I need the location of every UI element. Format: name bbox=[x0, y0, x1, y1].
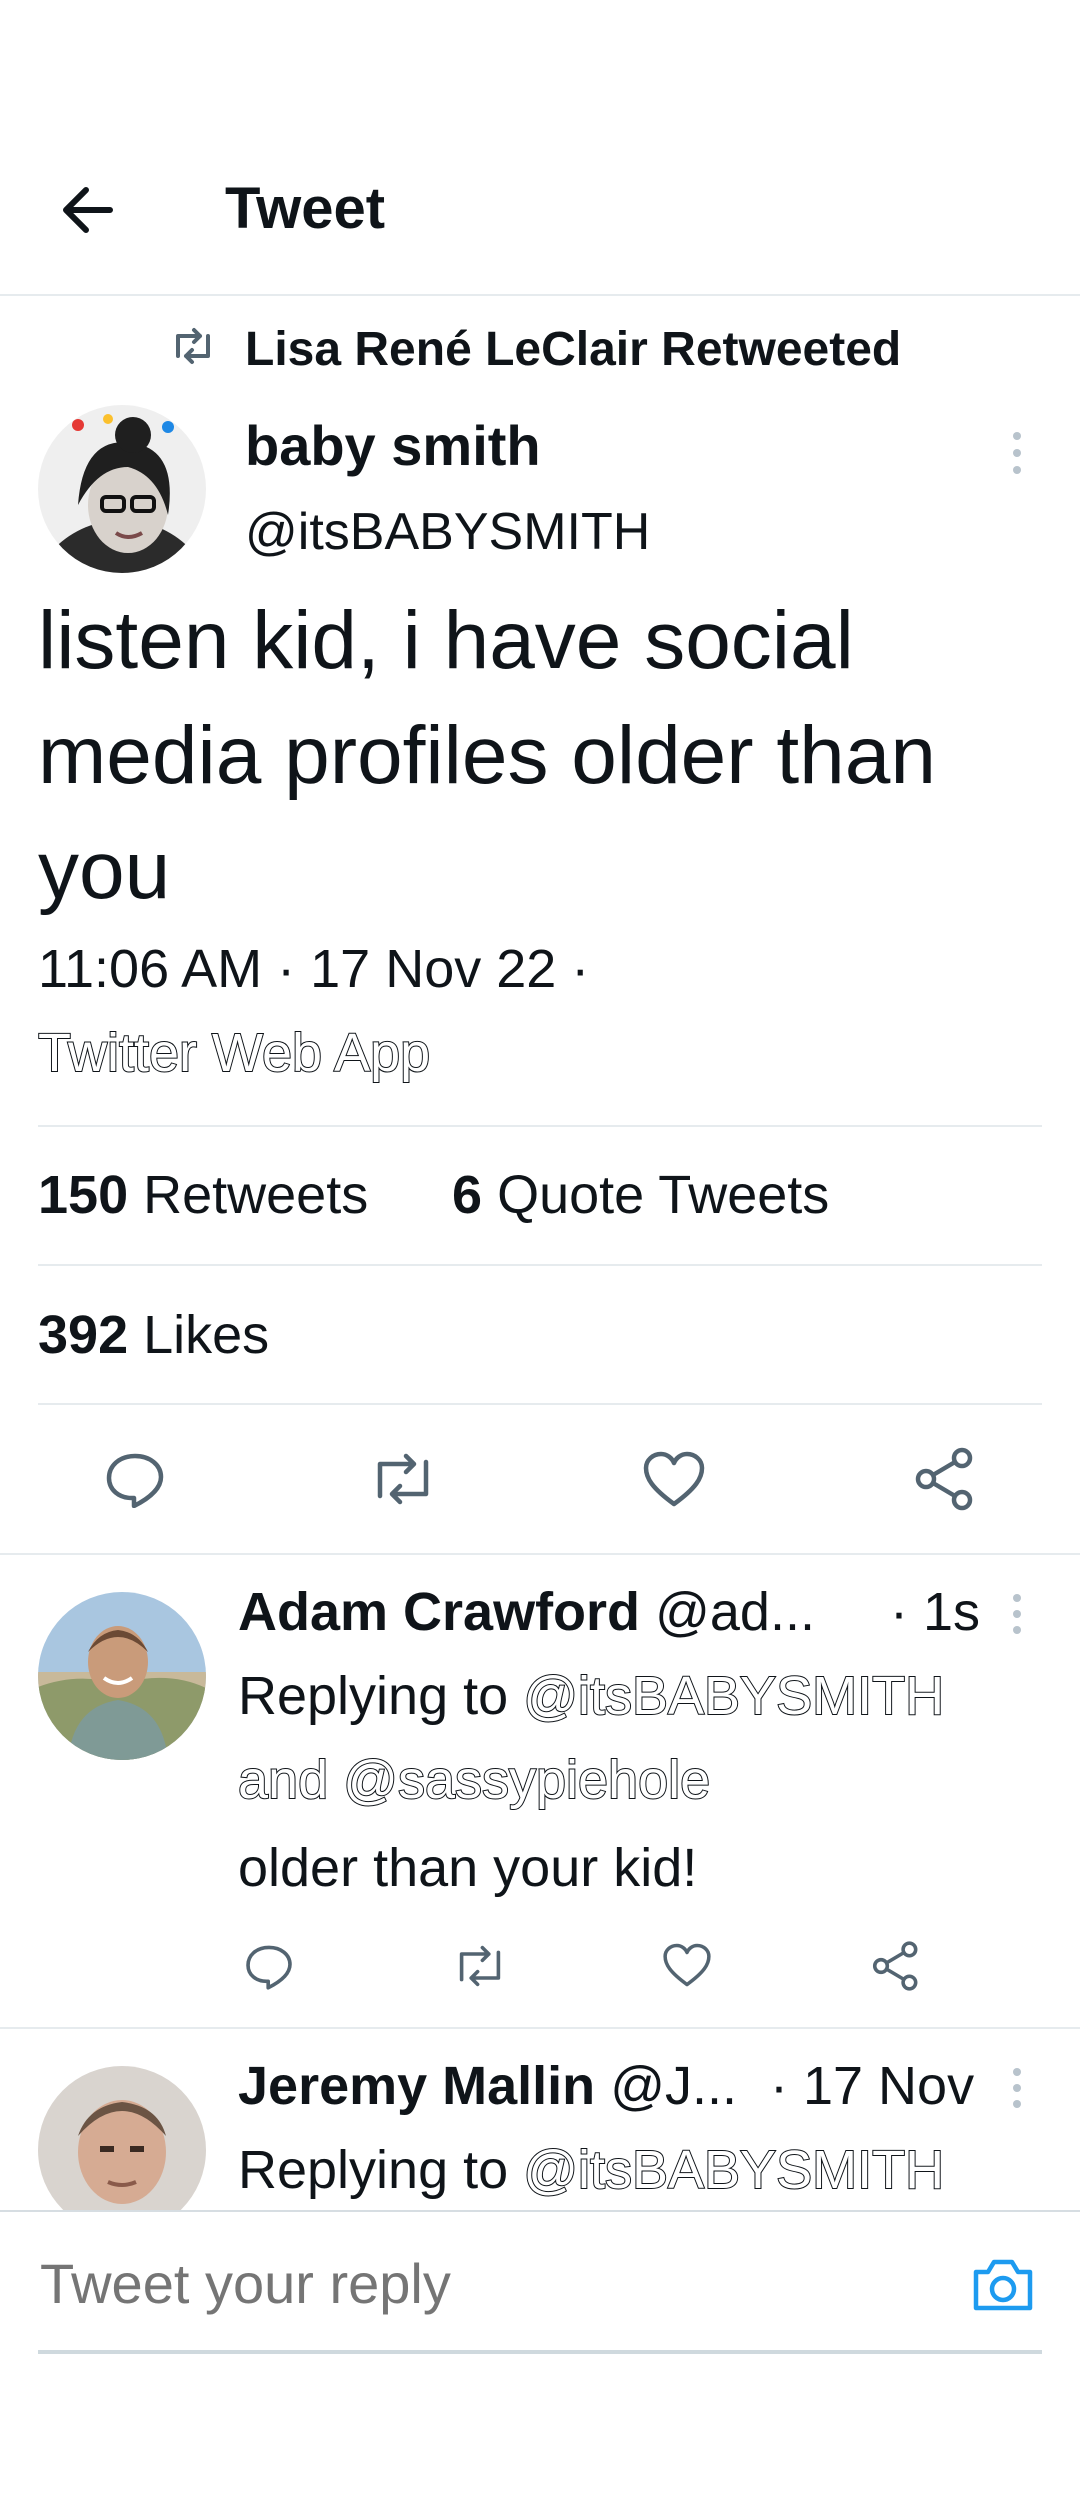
camera-icon bbox=[973, 2259, 1033, 2311]
retweet-icon bbox=[459, 1945, 501, 1987]
stats-divider-mid bbox=[38, 1264, 1042, 1266]
replying-to-line-2: and @sassypiehole bbox=[237, 1748, 711, 1812]
reply-share-button[interactable] bbox=[870, 1940, 922, 1992]
replying-to-and: and bbox=[237, 1749, 329, 1811]
more-options-button[interactable] bbox=[1005, 428, 1029, 478]
reply-author-handle[interactable]: @ad... bbox=[655, 1582, 815, 1642]
tweet-timestamp: 11:06 AM · 17 Nov 22 · bbox=[38, 939, 590, 999]
retweets-count: 150 bbox=[38, 1165, 129, 1225]
share-icon bbox=[915, 1447, 973, 1511]
reply-author-name[interactable]: Adam Crawford bbox=[238, 1582, 640, 1642]
reply-button[interactable] bbox=[104, 1450, 166, 1508]
reply-more-button[interactable] bbox=[1005, 2064, 1029, 2112]
reply-time[interactable]: · 1s bbox=[890, 1580, 980, 1644]
back-button[interactable] bbox=[52, 180, 122, 240]
retweets-label: Retweets bbox=[143, 1165, 369, 1225]
stats-divider-top bbox=[38, 1125, 1042, 1127]
more-vertical-icon bbox=[1013, 1594, 1021, 1634]
retweet-button[interactable] bbox=[368, 1450, 438, 1508]
quotes-count: 6 bbox=[452, 1165, 483, 1225]
replying-to-mention[interactable]: @itsBABYSMITH bbox=[522, 2139, 945, 2201]
like-icon bbox=[643, 1451, 705, 1507]
reply-retweet-button[interactable] bbox=[452, 1942, 508, 1990]
compose-underline bbox=[38, 2350, 1042, 2354]
likes-label: Likes bbox=[143, 1305, 270, 1365]
reply-like-button[interactable] bbox=[662, 1942, 712, 1988]
header-divider bbox=[0, 294, 1080, 296]
reply-header: Adam Crawford @ad... bbox=[238, 1580, 815, 1644]
reply-2-container: Jeremy Mallin @J... · 17 Nov Replying to… bbox=[0, 2030, 1080, 2210]
reply-time[interactable]: · 17 Nov bbox=[770, 2054, 974, 2118]
tweet-text: listen kid, i have social media profiles… bbox=[38, 595, 936, 916]
retweet-icon bbox=[377, 1453, 429, 1505]
reply-header: Jeremy Mallin @J... bbox=[238, 2054, 737, 2118]
tweet-source[interactable]: Twitter Web App bbox=[37, 1022, 431, 1084]
retweet-icon bbox=[176, 328, 210, 364]
avatar[interactable] bbox=[38, 2066, 206, 2210]
reply-reply-button[interactable] bbox=[244, 1942, 294, 1990]
actions-divider bbox=[0, 1553, 1080, 1555]
page-title: Tweet bbox=[225, 176, 386, 241]
replying-to-mention[interactable]: @itsBABYSMITH bbox=[522, 1665, 945, 1727]
like-button[interactable] bbox=[642, 1450, 706, 1508]
author-name[interactable]: baby smith bbox=[245, 414, 541, 478]
reply-author-name[interactable]: Jeremy Mallin bbox=[238, 2056, 595, 2116]
retweet-banner-text[interactable]: Lisa René LeClair Retweeted bbox=[245, 322, 901, 378]
compose-bar bbox=[0, 2212, 1080, 2520]
reply-more-button[interactable] bbox=[1005, 1590, 1029, 1638]
more-vertical-icon bbox=[1013, 432, 1021, 474]
like-icon bbox=[663, 1943, 711, 1987]
reply-input[interactable] bbox=[38, 2242, 922, 2324]
reply-icon bbox=[246, 1945, 292, 1990]
quotes-label: Quote Tweets bbox=[497, 1165, 830, 1225]
arrow-left-icon bbox=[63, 187, 113, 233]
share-icon bbox=[872, 1941, 918, 1991]
likes-count: 392 bbox=[38, 1305, 129, 1365]
quotes-stat[interactable]: 6 Quote Tweets bbox=[452, 1164, 829, 1226]
reply-author-handle[interactable]: @J... bbox=[610, 2056, 737, 2116]
retweets-stat[interactable]: 150 Retweets bbox=[38, 1164, 368, 1226]
replying-to-line: Replying to @itsBABYSMITH bbox=[238, 2138, 945, 2202]
add-photo-button[interactable] bbox=[970, 2256, 1036, 2314]
share-button[interactable] bbox=[912, 1446, 978, 1512]
stats-divider-bottom bbox=[38, 1403, 1042, 1405]
replying-to-prefix: Replying to bbox=[238, 1666, 509, 1726]
avatar[interactable] bbox=[38, 405, 206, 573]
avatar[interactable] bbox=[38, 1592, 206, 1760]
retweet-banner-icon bbox=[170, 326, 216, 366]
likes-stat[interactable]: 392 Likes bbox=[38, 1304, 269, 1366]
reply-icon bbox=[106, 1453, 164, 1508]
more-vertical-icon bbox=[1013, 2068, 1021, 2108]
replying-to-mention[interactable]: @sassypiehole bbox=[342, 1749, 711, 1811]
reply-text: older than your kid! bbox=[238, 1838, 698, 1898]
replying-to-line: Replying to @itsBABYSMITH bbox=[238, 1664, 945, 1728]
replying-to-prefix: Replying to bbox=[238, 2140, 509, 2200]
author-handle[interactable]: @itsBABYSMITH bbox=[245, 502, 650, 562]
reply-divider bbox=[0, 2027, 1080, 2029]
